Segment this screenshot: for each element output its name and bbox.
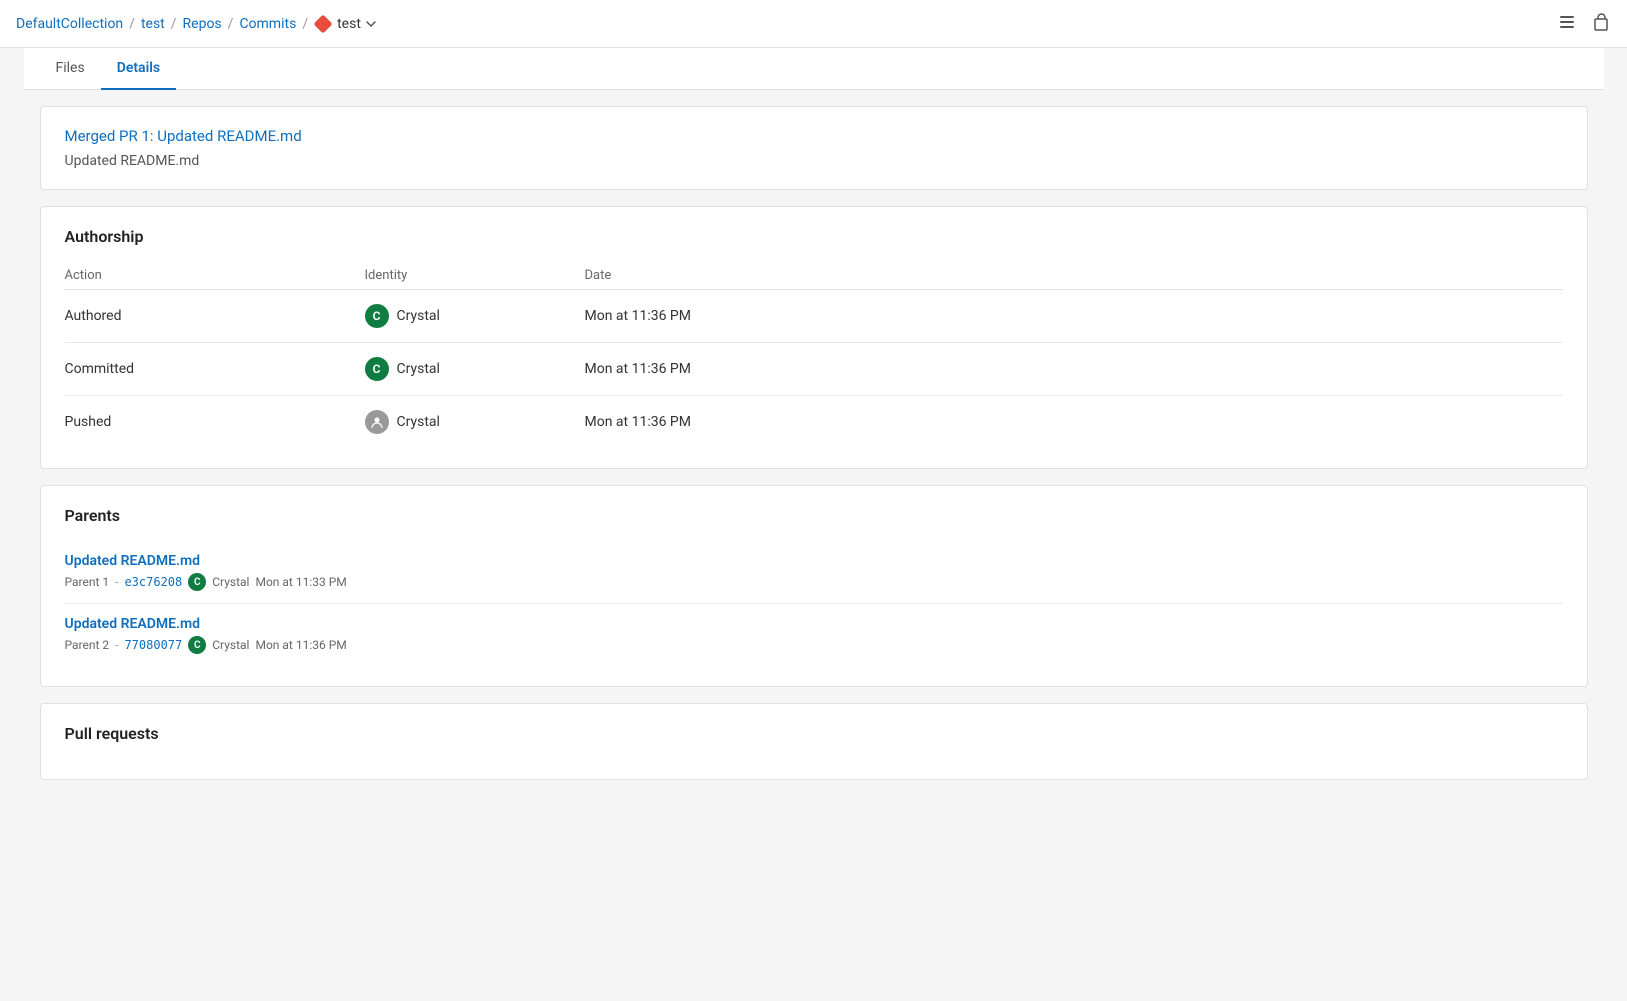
breadcrumb: DefaultCollection / test / Repos / Commi…: [16, 15, 376, 33]
main-content: Files Details Merged PR 1: Updated READM…: [24, 48, 1604, 796]
parent-entry: Updated README.md Parent 2-77080077 C Cryst…: [65, 604, 1563, 666]
commit-message-card: Merged PR 1: Updated README.md Updated R…: [40, 106, 1588, 190]
parent-title[interactable]: Updated README.md: [65, 553, 1563, 569]
authorship-card: Authorship Action Identity Date Authored…: [40, 206, 1588, 469]
parent-meta: Parent 2-77080077 C Crystal Mon at 11:36 PM: [65, 636, 1563, 654]
pull-requests-heading: Pull requests: [65, 724, 1563, 743]
bag-icon[interactable]: [1591, 12, 1611, 36]
auth-identity-cell: C Crystal: [365, 343, 585, 396]
pull-requests-card: Pull requests: [40, 703, 1588, 780]
breadcrumb-commits[interactable]: Commits: [239, 16, 296, 32]
authorship-row: AuthoredC Crystal Mon at 11:36 PM: [65, 290, 1563, 343]
chevron-down-icon[interactable]: [366, 19, 376, 29]
tabs-bar: Files Details: [24, 48, 1604, 90]
parent-separator: -: [115, 638, 118, 652]
identity-name: Crystal: [397, 308, 440, 324]
parent-date: Mon at 11:36 PM: [255, 638, 346, 652]
col-header-date: Date: [585, 262, 1563, 290]
avatar: [365, 410, 389, 434]
parent-date: Mon at 11:33 PM: [255, 575, 346, 589]
top-nav-bar: DefaultCollection / test / Repos / Commi…: [0, 0, 1627, 48]
breadcrumb-repos[interactable]: Repos: [183, 16, 222, 32]
auth-action-cell: Pushed: [65, 396, 365, 449]
parent-label: Parent 2: [65, 638, 110, 652]
parent-author: Crystal: [212, 575, 249, 589]
avatar: C: [188, 573, 206, 591]
commit-title[interactable]: Merged PR 1: Updated README.md: [65, 127, 1563, 145]
auth-identity-cell: Crystal: [365, 396, 585, 449]
identity-name: Crystal: [397, 361, 440, 377]
list-icon[interactable]: [1557, 12, 1577, 36]
auth-date-cell: Mon at 11:36 PM: [585, 396, 1563, 449]
auth-action-cell: Authored: [65, 290, 365, 343]
parent-hash[interactable]: 77080077: [124, 638, 182, 652]
parents-list: Updated README.mdParent 1-e3c76208CCryst…: [65, 541, 1563, 666]
col-header-identity: Identity: [365, 262, 585, 290]
top-bar-actions: [1557, 12, 1611, 36]
breadcrumb-project[interactable]: test: [141, 16, 165, 32]
parent-entry: Updated README.md Parent 1-e3c76208 C Cryst…: [65, 541, 1563, 604]
breadcrumb-collection[interactable]: DefaultCollection: [16, 16, 123, 32]
auth-date-cell: Mon at 11:36 PM: [585, 343, 1563, 396]
avatar: C: [365, 304, 389, 328]
identity-name: Crystal: [397, 414, 440, 430]
parent-hash[interactable]: e3c76208: [124, 575, 182, 589]
breadcrumb-sep-3: /: [228, 16, 234, 32]
commit-subtitle: Updated README.md: [65, 153, 1563, 169]
avatar: C: [188, 636, 206, 654]
authorship-row: CommittedC Crystal Mon at 11:36 PM: [65, 343, 1563, 396]
repo-icon: [314, 15, 332, 33]
authorship-table: Action Identity Date AuthoredC Crystal Mon…: [65, 262, 1563, 448]
authorship-row: Pushed Crystal Mon at 11:36 PM: [65, 396, 1563, 449]
parent-title[interactable]: Updated README.md: [65, 616, 1563, 632]
auth-date-cell: Mon at 11:36 PM: [585, 290, 1563, 343]
col-header-action: Action: [65, 262, 365, 290]
parent-label: Parent 1: [65, 575, 110, 589]
current-repo-name: test: [337, 16, 361, 32]
avatar: C: [365, 357, 389, 381]
breadcrumb-sep-2: /: [171, 16, 177, 32]
tab-files[interactable]: Files: [40, 48, 101, 90]
content-area: Merged PR 1: Updated README.md Updated R…: [24, 90, 1604, 796]
parent-meta: Parent 1-e3c76208 C Crystal Mon at 11:33 PM: [65, 573, 1563, 591]
parent-author: Crystal: [212, 638, 249, 652]
tab-details[interactable]: Details: [101, 48, 176, 90]
breadcrumb-sep-1: /: [129, 16, 135, 32]
authorship-heading: Authorship: [65, 227, 1563, 246]
parents-card: Parents Updated README.mdParent 1-e3c762…: [40, 485, 1588, 687]
auth-identity-cell: C Crystal: [365, 290, 585, 343]
breadcrumb-current-repo[interactable]: test: [314, 15, 376, 33]
parent-separator: -: [115, 575, 118, 589]
parents-heading: Parents: [65, 506, 1563, 525]
auth-action-cell: Committed: [65, 343, 365, 396]
breadcrumb-sep-4: /: [302, 16, 308, 32]
